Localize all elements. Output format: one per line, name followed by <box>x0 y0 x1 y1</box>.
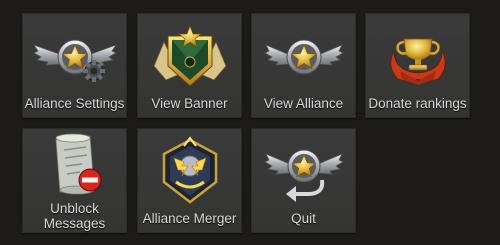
quit-button[interactable]: Quit <box>251 128 356 233</box>
winged-star-gear-icon <box>22 17 127 97</box>
view-alliance-button[interactable]: View Alliance <box>251 13 356 118</box>
donate-rankings-button[interactable]: Donate rankings <box>365 13 470 118</box>
unblock-messages-label: Unblock Messages <box>43 201 106 231</box>
unblock-messages-button[interactable]: Unblock Messages <box>22 128 127 233</box>
merge-emblem-icon <box>137 132 242 212</box>
view-banner-button[interactable]: View Banner <box>137 13 242 118</box>
quit-label: Quit <box>291 211 316 226</box>
alliance-merger-label: Alliance Merger <box>142 211 237 226</box>
alliance-settings-label: Alliance Settings <box>24 96 125 111</box>
winged-star-return-icon <box>251 132 356 212</box>
alliance-settings-button[interactable]: Alliance Settings <box>22 13 127 118</box>
view-alliance-label: View Alliance <box>263 96 344 111</box>
winged-star-icon <box>251 17 356 97</box>
alliance-banner-icon <box>137 17 242 97</box>
scroll-blocked-icon <box>22 130 127 200</box>
trophy-laurel-icon <box>365 17 470 97</box>
donate-rankings-label: Donate rankings <box>368 96 467 111</box>
view-banner-label: View Banner <box>151 96 228 111</box>
alliance-merger-button[interactable]: Alliance Merger <box>137 128 242 233</box>
